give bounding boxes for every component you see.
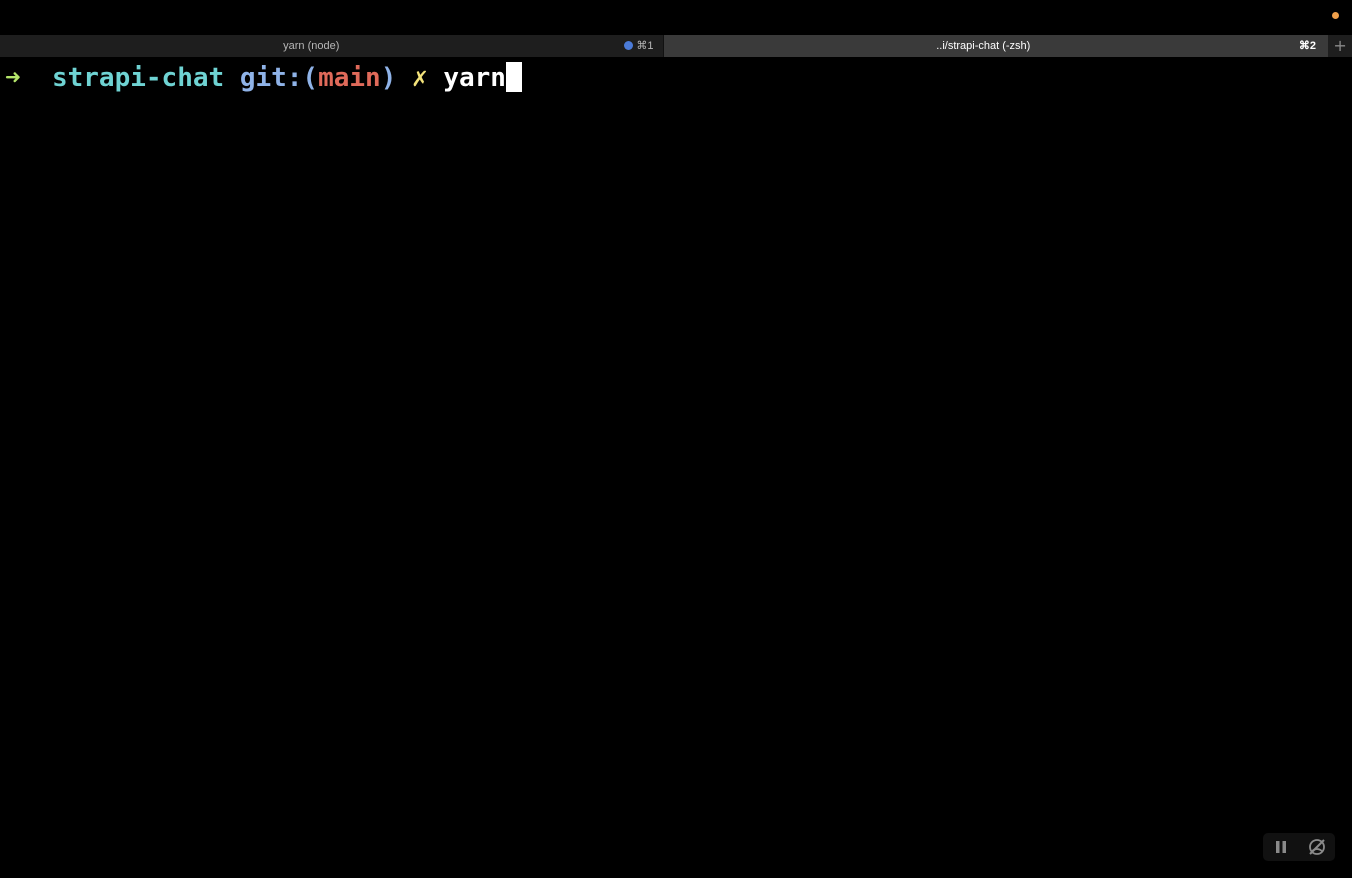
terminal-pane[interactable]: ➜ strapi-chat git:(main) ✗ yarn: [0, 57, 1352, 878]
prompt-arrow-icon: ➜: [5, 63, 21, 93]
prompt-line: ➜ strapi-chat git:(main) ✗ yarn: [5, 60, 522, 96]
new-tab-button[interactable]: +: [1328, 35, 1352, 57]
tab-title: ..i/strapi-chat (-zsh): [936, 40, 1031, 52]
pause-icon: [1276, 841, 1286, 853]
tab-strapi-chat-zsh[interactable]: ..i/strapi-chat (-zsh) ⌘2: [663, 35, 1329, 57]
title-bar: [0, 0, 1352, 35]
broadcast-toggle-button[interactable]: [1305, 835, 1329, 859]
activity-dot-icon: [1332, 12, 1339, 19]
tab-shortcut: ⌘2: [1298, 40, 1317, 52]
command-input[interactable]: yarn: [443, 63, 506, 93]
git-label: git:(: [239, 63, 319, 93]
tab-bar: yarn (node) ⌘1 ..i/strapi-chat (-zsh) ⌘2…: [0, 35, 1352, 57]
pause-button[interactable]: [1269, 835, 1293, 859]
status-controls: [1263, 833, 1335, 861]
git-label-close: ): [380, 63, 397, 93]
prompt-directory: strapi-chat: [51, 63, 225, 93]
text-cursor: [505, 62, 522, 92]
terminal-window: yarn (node) ⌘1 ..i/strapi-chat (-zsh) ⌘2…: [0, 0, 1352, 878]
git-branch: main: [318, 63, 381, 93]
tab-yarn-node[interactable]: yarn (node) ⌘1: [0, 35, 664, 57]
tab-title: yarn (node): [283, 40, 340, 52]
broadcast-off-icon: [1309, 839, 1325, 855]
bell-dot-icon: [623, 41, 633, 50]
tab-shortcut: ⌘1: [636, 40, 654, 52]
dirty-marker-icon: ✗: [412, 63, 428, 93]
